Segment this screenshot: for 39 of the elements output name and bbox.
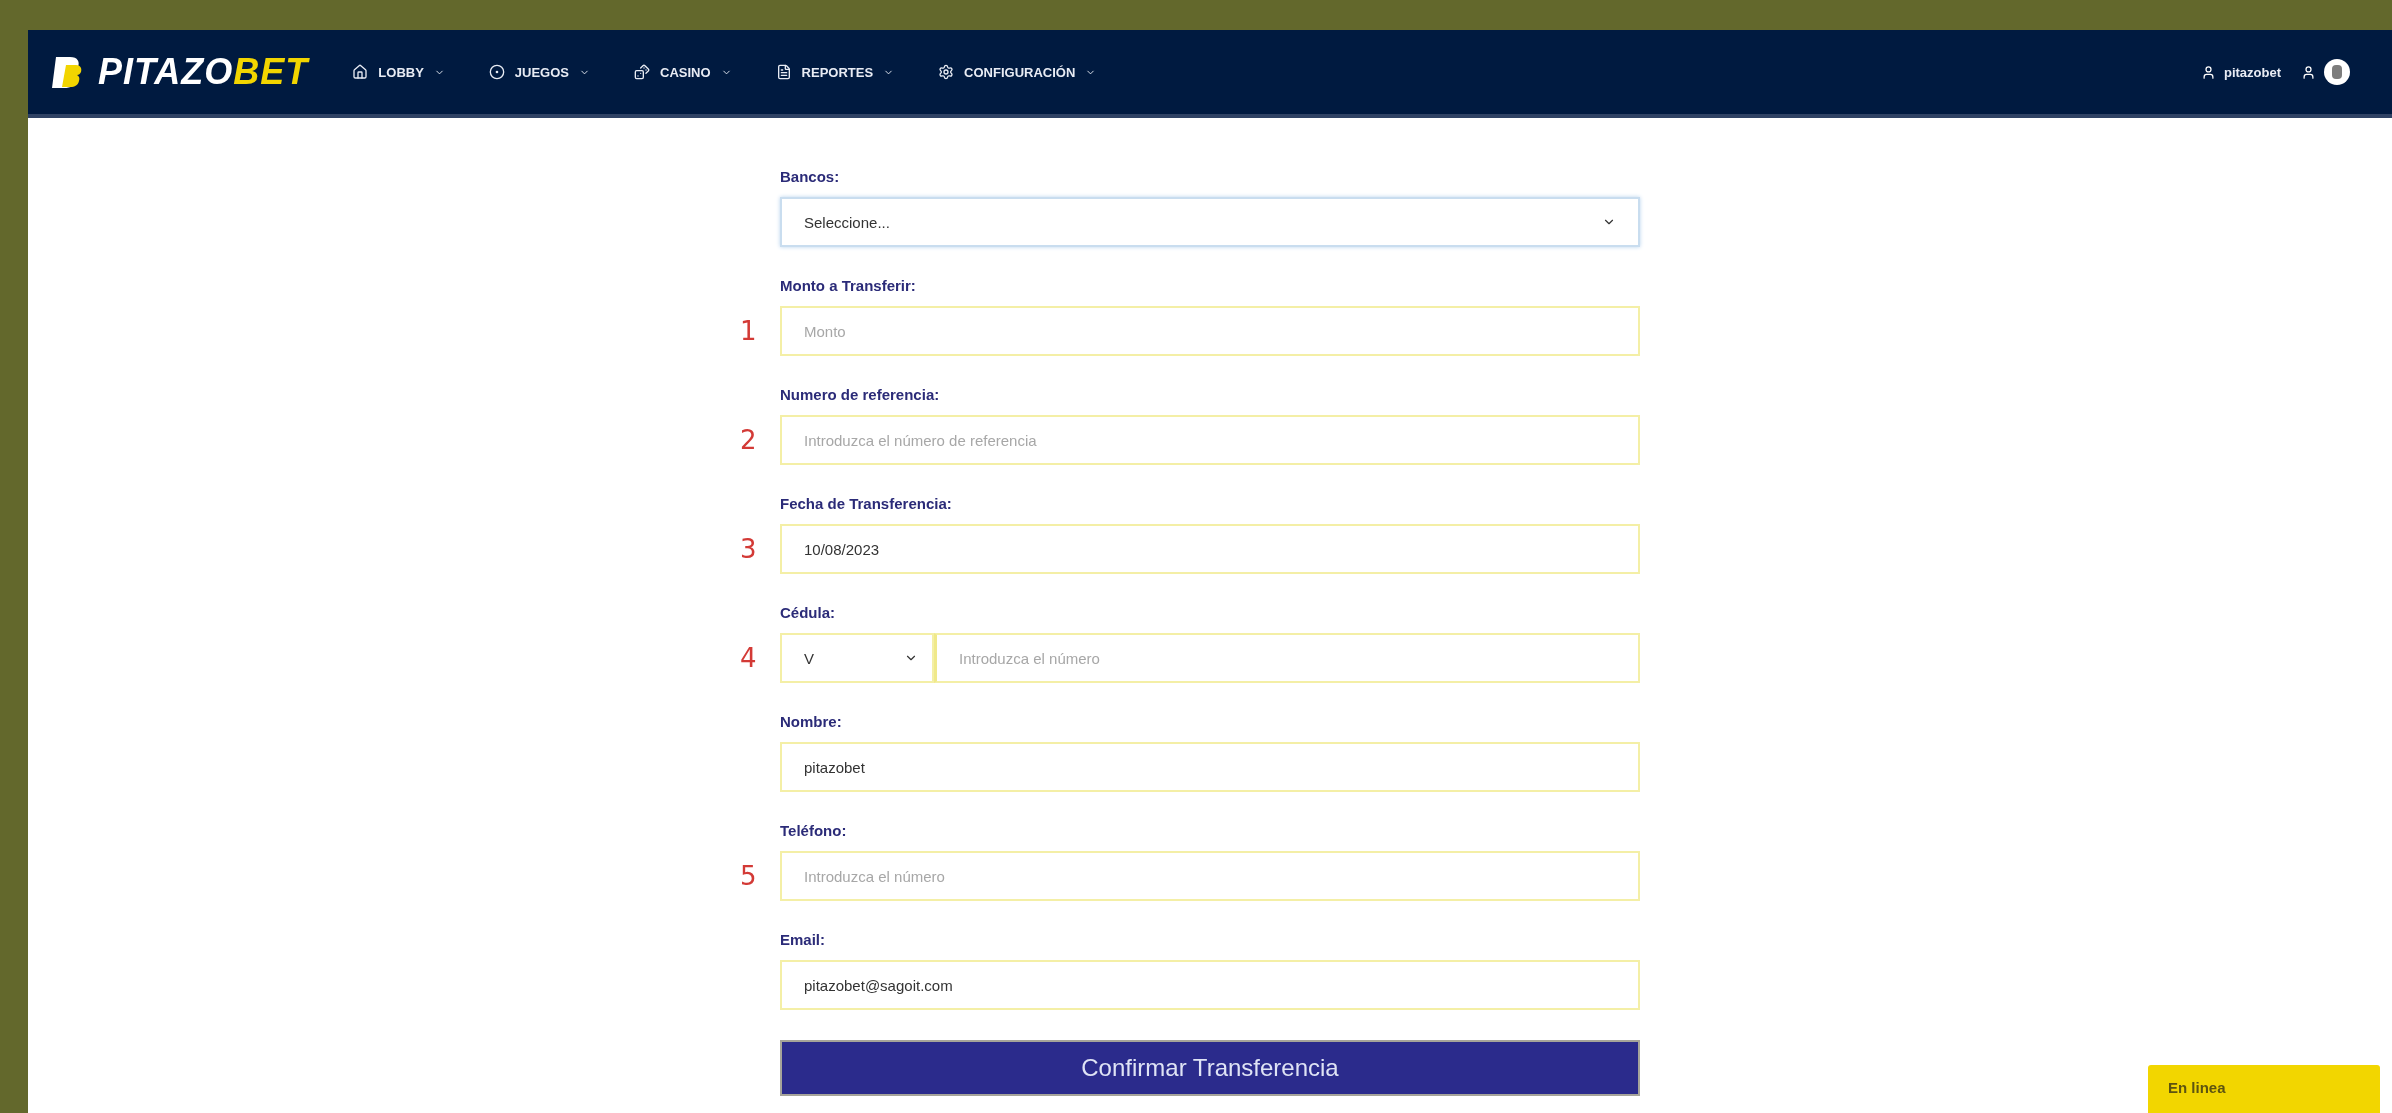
id-type-select[interactable]: V bbox=[780, 633, 934, 683]
document-icon bbox=[775, 64, 792, 80]
input-field[interactable]: 10/08/2023 bbox=[780, 524, 1640, 574]
nav-menu-item[interactable]: REPORTES bbox=[775, 64, 895, 80]
input-field[interactable]: pitazobet bbox=[780, 742, 1640, 792]
avatar-circle[interactable] bbox=[2324, 59, 2350, 85]
field-label: Teléfono: bbox=[780, 822, 848, 839]
brand-logo[interactable]: PITAZOBET bbox=[98, 51, 309, 93]
field-label: Cédula: bbox=[780, 604, 836, 621]
id-number-field[interactable]: Introduzca el número bbox=[934, 633, 1640, 683]
online-chat-tab[interactable]: En linea bbox=[2148, 1065, 2380, 1113]
nav-menu-item[interactable]: LOBBY bbox=[352, 64, 445, 80]
field-label: Monto a Transferir: bbox=[780, 277, 917, 294]
field-label: Nombre: bbox=[780, 713, 843, 730]
settings-icon bbox=[938, 64, 955, 80]
user-icon bbox=[2301, 64, 2316, 80]
input-field[interactable]: Monto bbox=[780, 306, 1640, 356]
step-number: 4 bbox=[740, 643, 757, 673]
step-number: 3 bbox=[740, 534, 757, 564]
field-label: Email: bbox=[780, 931, 826, 948]
bank-select[interactable]: Seleccione... bbox=[780, 197, 1640, 247]
step-number: 1 bbox=[740, 316, 757, 346]
field-label: Fecha de Transferencia: bbox=[780, 495, 953, 512]
field-label: Bancos: bbox=[780, 168, 841, 185]
dice-icon bbox=[634, 64, 650, 80]
input-field[interactable]: Introduzca el número de referencia bbox=[780, 415, 1640, 465]
confirm-button[interactable]: Confirmar Transferencia bbox=[780, 1040, 1640, 1096]
input-field[interactable]: Introduzca el número bbox=[780, 851, 1640, 901]
username-link[interactable]: pitazobet bbox=[2223, 64, 2281, 80]
user-icon bbox=[2200, 64, 2216, 80]
step-number: 5 bbox=[740, 861, 757, 891]
home-icon bbox=[352, 64, 369, 80]
input-field[interactable]: pitazobet@sagoit.com bbox=[780, 960, 1640, 1010]
ball-icon bbox=[488, 64, 505, 80]
step-number: 2 bbox=[740, 425, 757, 455]
nav-menu-item[interactable]: JUEGOS bbox=[488, 64, 590, 80]
nav-menu-item[interactable]: CONFIGURACIÓN bbox=[938, 64, 1097, 80]
field-label: Numero de referencia: bbox=[780, 386, 941, 403]
nav-menu-item[interactable]: CASINO bbox=[634, 64, 732, 80]
